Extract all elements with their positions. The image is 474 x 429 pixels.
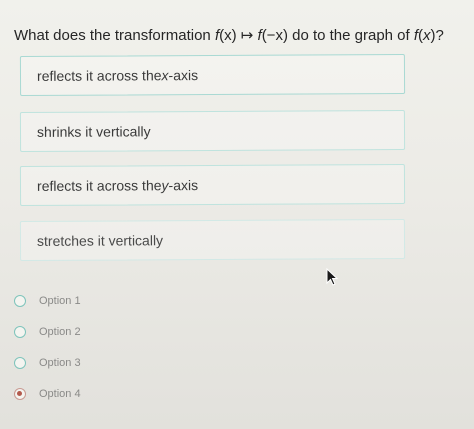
choice-3-post: -axis — [168, 177, 199, 194]
question-text: What does the transformation f(x) ↦ f(−x… — [14, 26, 464, 44]
answer-choice-1[interactable]: reflects it across the x -axis — [19, 53, 406, 97]
option-3-label: Option 3 — [39, 357, 81, 369]
question-x: x — [423, 27, 431, 44]
radio-option-4[interactable]: Option 4 — [14, 384, 81, 404]
radio-option-3[interactable]: Option 3 — [14, 353, 81, 373]
choice-3-var: y — [161, 177, 169, 194]
question-arg2: (−x) — [261, 27, 288, 44]
answer-choice-2[interactable]: shrinks it vertically — [19, 109, 406, 153]
option-2-label: Option 2 — [39, 326, 81, 338]
radio-option-2[interactable]: Option 2 — [14, 322, 81, 342]
radio-button-2[interactable] — [14, 326, 26, 338]
option-4-label: Option 4 — [39, 388, 81, 400]
choice-4-pre: stretches it vertically — [36, 232, 164, 249]
answer-choice-3[interactable]: reflects it across the y -axis — [19, 163, 406, 207]
choice-1-pre: reflects it across the — [36, 67, 162, 84]
question-prefix: What does the transformation — [14, 27, 215, 44]
radio-button-1[interactable] — [14, 295, 26, 307]
question-arg1: (x) — [219, 27, 237, 44]
answer-choice-4[interactable]: stretches it vertically — [19, 218, 406, 262]
option-1-label: Option 1 — [39, 295, 81, 307]
choice-1-var: x — [161, 67, 169, 84]
question-close: )? — [430, 27, 444, 44]
mouse-pointer-icon — [326, 268, 339, 286]
radio-button-3[interactable] — [14, 357, 26, 369]
question-arrow: ↦ — [236, 27, 258, 44]
radio-option-1[interactable]: Option 1 — [14, 291, 81, 311]
choice-2-pre: shrinks it vertically — [36, 123, 151, 140]
question-middle: do to the graph of — [287, 27, 414, 44]
choice-1-post: -axis — [168, 67, 199, 84]
radio-button-4-selected[interactable] — [14, 388, 26, 400]
choice-3-pre: reflects it across the — [36, 177, 162, 194]
